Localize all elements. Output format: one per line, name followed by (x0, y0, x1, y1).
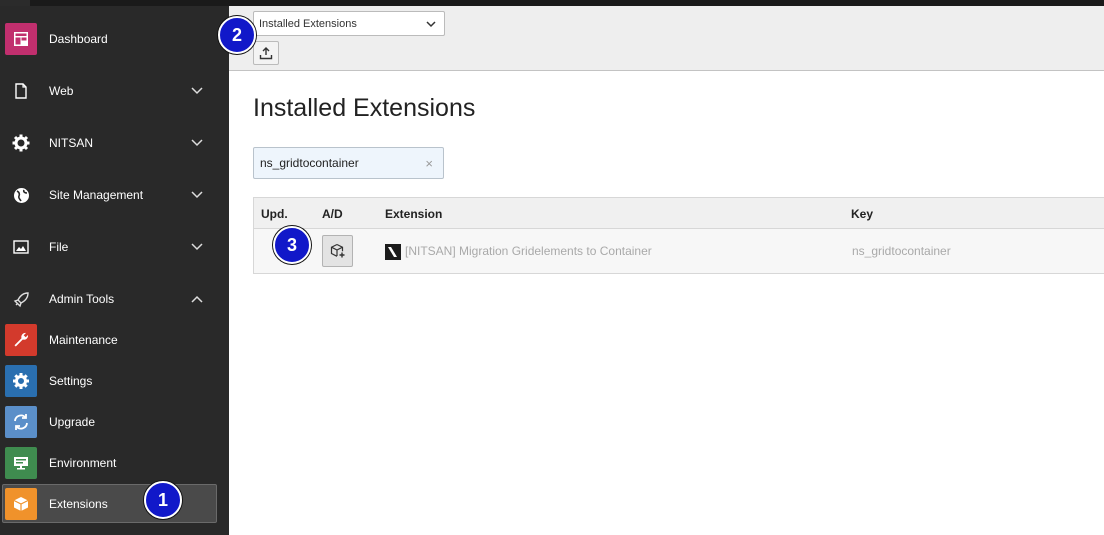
callout-badge-3: 3 (273, 226, 311, 264)
sidebar-item-environment[interactable]: Environment (0, 443, 229, 483)
chevron-up-icon[interactable] (191, 293, 203, 305)
column-header-extension[interactable]: Extension (385, 207, 442, 221)
view-select-value: Installed Extensions (259, 17, 357, 30)
doc-header: Installed Extensions (229, 6, 1104, 71)
callout-badge-2: 2 (218, 16, 256, 54)
module-menu: Dashboard Web NITSAN Site Management Fil… (0, 6, 229, 535)
sidebar-item-extensions[interactable]: Extensions (2, 484, 217, 523)
sidebar-item-label: Settings (49, 374, 93, 388)
image-icon (12, 238, 30, 256)
sidebar-item-settings[interactable]: Settings (0, 361, 229, 401)
page-icon (12, 82, 30, 100)
table-row: [NITSAN] Migration Gridelements to Conta… (253, 229, 1104, 274)
sidebar-item-dashboard[interactable]: Dashboard (0, 19, 229, 59)
sidebar-item-maintenance[interactable]: Maintenance (0, 320, 229, 360)
chevron-down-icon (426, 21, 436, 28)
sidebar-item-upgrade[interactable]: Upgrade (0, 402, 229, 442)
box-icon (5, 487, 37, 520)
search-input-value: ns_gridtocontainer (260, 156, 359, 170)
sidebar-item-label: Admin Tools (49, 292, 115, 306)
view-select[interactable]: Installed Extensions (253, 11, 445, 36)
sidebar-item-label: Extensions (49, 496, 108, 511)
sidebar-item-label: Dashboard (49, 32, 108, 46)
sidebar-item-label: File (49, 240, 69, 254)
column-header-upd[interactable]: Upd. (261, 207, 288, 221)
sidebar-item-admin-tools[interactable]: Admin Tools (0, 279, 229, 319)
sidebar-item-label: Web (49, 84, 74, 98)
sidebar-item-label: Environment (49, 456, 117, 470)
sidebar-item-label: Maintenance (49, 333, 118, 347)
sidebar-item-label: NITSAN (49, 136, 94, 150)
monitor-icon (5, 447, 37, 479)
chevron-down-icon[interactable] (191, 137, 203, 149)
column-header-ad[interactable]: A/D (322, 207, 343, 221)
chevron-down-icon[interactable] (191, 241, 203, 253)
sidebar-item-label: Site Management (49, 188, 144, 202)
clear-search-icon[interactable]: × (425, 156, 433, 171)
table-header: Upd. A/D Extension Key (253, 197, 1104, 229)
sidebar-item-web[interactable]: Web (0, 71, 229, 111)
settings-icon (5, 365, 37, 397)
refresh-icon (5, 406, 37, 438)
page-title: Installed Extensions (253, 94, 476, 122)
gear-icon (12, 134, 30, 152)
rocket-icon (12, 290, 30, 308)
sidebar-item-label: Upgrade (49, 415, 96, 429)
extension-title[interactable]: [NITSAN] Migration Gridelements to Conta… (405, 244, 652, 258)
extension-logo-icon (385, 244, 401, 260)
sidebar-item-file[interactable]: File (0, 227, 229, 267)
upload-button[interactable] (253, 41, 279, 65)
box-plus-icon (330, 243, 344, 258)
search-input[interactable]: ns_gridtocontainer × (253, 147, 444, 179)
column-header-key[interactable]: Key (851, 207, 873, 221)
callout-badge-1: 1 (144, 481, 182, 519)
dashboard-icon (5, 23, 37, 55)
upload-icon (259, 47, 273, 60)
activate-extension-button[interactable] (322, 235, 353, 267)
sidebar-item-nitsan[interactable]: NITSAN (0, 123, 229, 163)
chevron-down-icon[interactable] (191, 189, 203, 201)
wrench-icon (5, 324, 37, 356)
sidebar-item-site-management[interactable]: Site Management (0, 175, 229, 215)
globe-icon (12, 186, 30, 204)
extension-key: ns_gridtocontainer (852, 244, 951, 258)
chevron-down-icon[interactable] (191, 85, 203, 97)
